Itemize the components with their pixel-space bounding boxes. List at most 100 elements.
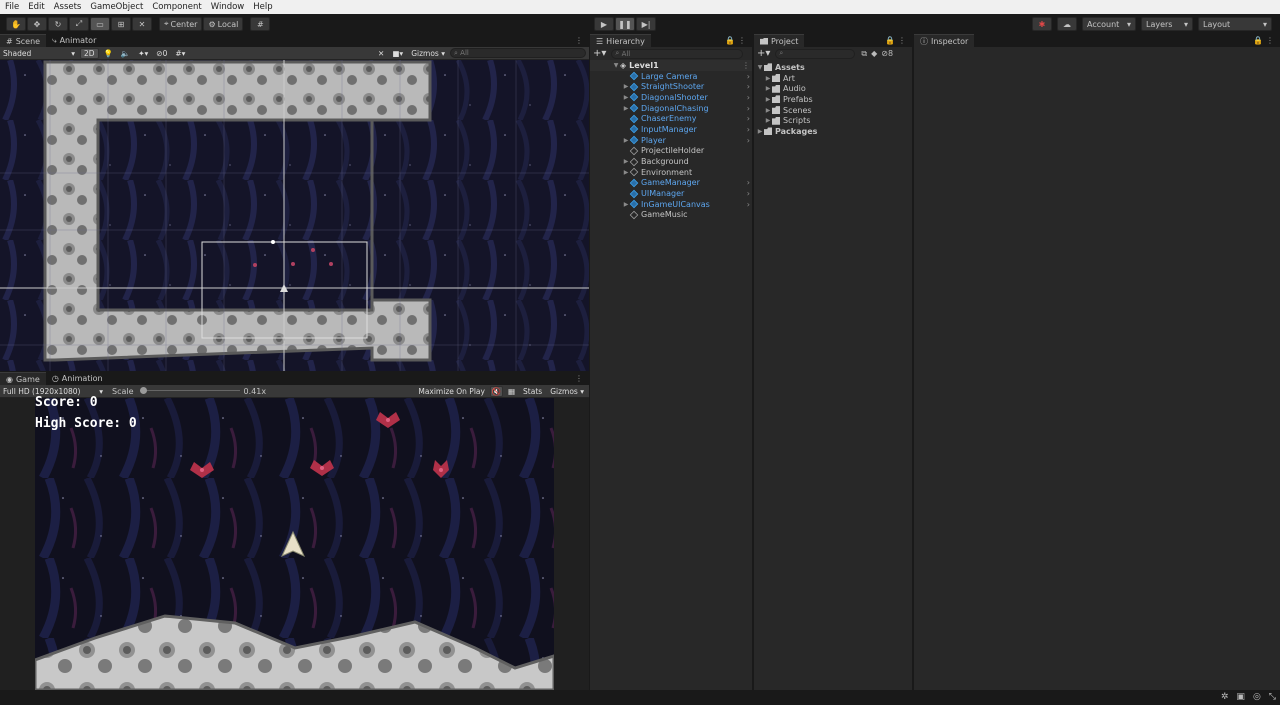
project-folder-row[interactable]: ▶ Audio xyxy=(754,83,912,94)
effects-icon[interactable]: ✦▾ xyxy=(135,48,151,59)
audio-icon[interactable]: 🔈 xyxy=(118,48,133,59)
transform-tool-icon[interactable]: ⊞ xyxy=(111,17,131,31)
pivot-center-button[interactable]: ⌖ Center xyxy=(159,17,203,31)
tab-inspector[interactable]: ⓘ Inspector xyxy=(914,34,975,47)
open-prefab-chevron-icon[interactable]: › xyxy=(747,189,750,198)
gizmos-dropdown[interactable]: Gizmos ▾ xyxy=(408,48,448,59)
menu-assets[interactable]: Assets xyxy=(54,2,82,12)
mute-audio-icon[interactable]: 🔇 xyxy=(489,385,503,397)
grid-icon[interactable]: #▾ xyxy=(172,48,188,59)
project-folder-row[interactable]: ▶ Prefabs xyxy=(754,94,912,105)
tab-animator[interactable]: ⤷ Animator xyxy=(46,34,103,47)
stats-toggle[interactable]: Stats xyxy=(520,386,545,397)
menu-component[interactable]: Component xyxy=(152,2,201,12)
game-view[interactable] xyxy=(35,398,554,690)
scene-root-row[interactable]: ▼ ◈ Level1 ⋮ xyxy=(590,60,752,71)
scale-slider[interactable] xyxy=(139,386,240,396)
menu-window[interactable]: Window xyxy=(211,2,245,12)
open-prefab-chevron-icon[interactable]: › xyxy=(747,125,750,134)
tab-hierarchy[interactable]: ☰ Hierarchy xyxy=(590,34,651,47)
rotate-tool-icon[interactable]: ↻ xyxy=(48,17,68,31)
shortcuts-icon[interactable]: ▦ xyxy=(505,386,518,397)
step-icon[interactable]: ▶| xyxy=(636,17,656,31)
expand-arrow-icon[interactable]: ▶ xyxy=(764,117,772,124)
lock-icon[interactable]: 🔒 xyxy=(1253,34,1266,47)
hierarchy-item[interactable]: ▶ Environment xyxy=(590,167,752,178)
hierarchy-item[interactable]: InputManager › xyxy=(590,124,752,135)
hierarchy-item[interactable]: ChaserEnemy › xyxy=(590,113,752,124)
project-folder-row[interactable]: ▶ Art xyxy=(754,73,912,84)
scene-search-input[interactable]: ⌕ All xyxy=(450,48,586,58)
progress-icon[interactable]: ◎ xyxy=(1253,692,1261,702)
hierarchy-item[interactable]: ProjectileHolder xyxy=(590,146,752,157)
collab-icon[interactable]: ✱ xyxy=(1032,17,1052,31)
expand-arrow-icon[interactable]: ▶ xyxy=(622,105,630,112)
hierarchy-item[interactable]: GameManager › xyxy=(590,178,752,189)
pivot-local-button[interactable]: ⚙ Local xyxy=(203,17,244,31)
expand-arrow-icon[interactable]: ▶ xyxy=(622,137,630,144)
expand-arrow-icon[interactable]: ▶ xyxy=(764,85,772,92)
tools-icon[interactable]: ✕ xyxy=(375,48,387,59)
tab-project[interactable]: Project xyxy=(754,34,805,47)
create-add-icon[interactable]: +▾ xyxy=(757,48,770,59)
open-prefab-chevron-icon[interactable]: › xyxy=(747,200,750,209)
expand-arrow-icon[interactable]: ▶ xyxy=(622,94,630,101)
filter-label-icon[interactable]: ◆ xyxy=(871,49,877,58)
packages-row[interactable]: ▶ Packages xyxy=(754,126,912,137)
open-prefab-chevron-icon[interactable]: › xyxy=(747,136,750,145)
open-prefab-chevron-icon[interactable]: › xyxy=(747,72,750,81)
filter-type-icon[interactable]: ⧉ xyxy=(861,49,867,59)
cache-icon[interactable]: ▣ xyxy=(1236,692,1245,702)
hierarchy-item[interactable]: GameMusic xyxy=(590,210,752,221)
hierarchy-search-input[interactable]: ⌕ All xyxy=(611,48,744,59)
menu-edit[interactable]: Edit xyxy=(28,2,44,12)
hierarchy-options-icon[interactable]: ⋮ xyxy=(738,34,752,47)
tab-game[interactable]: ◉ Game xyxy=(0,372,46,385)
expand-arrow-icon[interactable]: ▶ xyxy=(764,107,772,114)
project-options-icon[interactable]: ⋮ xyxy=(898,34,912,47)
open-prefab-chevron-icon[interactable]: › xyxy=(747,178,750,187)
hierarchy-item[interactable]: UIManager › xyxy=(590,188,752,199)
expand-arrow-icon[interactable]: ▶ xyxy=(764,75,772,82)
lock-icon[interactable]: 🔒 xyxy=(725,34,738,47)
menu-help[interactable]: Help xyxy=(253,2,272,12)
open-prefab-chevron-icon[interactable]: › xyxy=(747,93,750,102)
hierarchy-item[interactable]: ▶ StraightShooter › xyxy=(590,81,752,92)
resize-icon[interactable]: ⤡ xyxy=(1269,692,1276,702)
open-prefab-chevron-icon[interactable]: › xyxy=(747,114,750,123)
expand-arrow-icon[interactable]: ▶ xyxy=(764,96,772,103)
lighting-icon[interactable]: 💡 xyxy=(101,48,116,59)
hierarchy-item[interactable]: ▶ DiagonalShooter › xyxy=(590,92,752,103)
menu-file[interactable]: File xyxy=(5,2,19,12)
menu-gameobject[interactable]: GameObject xyxy=(90,2,143,12)
rect-tool-icon[interactable]: ▭ xyxy=(90,17,110,31)
hidden-objects-toggle[interactable]: ⊘ 0 xyxy=(153,48,170,59)
move-tool-icon[interactable]: ✥ xyxy=(27,17,47,31)
project-folder-row[interactable]: ▶ Scripts xyxy=(754,115,912,126)
bug-icon[interactable]: ✲ xyxy=(1221,692,1229,702)
assets-root-row[interactable]: ▼ Assets xyxy=(754,62,912,73)
inspector-options-icon[interactable]: ⋮ xyxy=(1266,34,1280,47)
expand-arrow-icon[interactable]: ▼ xyxy=(756,64,764,71)
project-folder-row[interactable]: ▶ Scenes xyxy=(754,105,912,116)
hierarchy-item[interactable]: ▶ DiagonalChasing › xyxy=(590,103,752,114)
account-dropdown[interactable]: Account ▾ xyxy=(1082,17,1136,31)
scene-options-icon[interactable]: ⋮ xyxy=(575,34,589,47)
pause-icon[interactable]: ❚❚ xyxy=(615,17,635,31)
cloud-icon[interactable]: ☁ xyxy=(1057,17,1077,31)
open-prefab-chevron-icon[interactable]: › xyxy=(747,82,750,91)
shading-mode-dropdown[interactable]: Shaded ▾ xyxy=(0,47,78,59)
tab-animation[interactable]: ◷ Animation xyxy=(45,372,109,385)
hierarchy-item[interactable]: Large Camera › xyxy=(590,71,752,82)
scale-tool-icon[interactable]: ⤢ xyxy=(69,17,89,31)
hand-tool-icon[interactable]: ✋ xyxy=(6,17,26,31)
hidden-packages-toggle[interactable]: ⊘8 xyxy=(881,49,893,58)
hierarchy-item[interactable]: ▶ Background xyxy=(590,156,752,167)
expand-arrow-icon[interactable]: ▶ xyxy=(622,169,630,176)
maximize-on-play-toggle[interactable]: Maximize On Play xyxy=(415,386,488,397)
expand-arrow-icon[interactable]: ▶ xyxy=(622,201,630,208)
scale-slider-handle[interactable] xyxy=(139,387,147,394)
open-prefab-chevron-icon[interactable]: › xyxy=(747,104,750,113)
lock-icon[interactable]: 🔒 xyxy=(885,34,898,47)
project-search-input[interactable]: ⌕ xyxy=(775,48,856,59)
